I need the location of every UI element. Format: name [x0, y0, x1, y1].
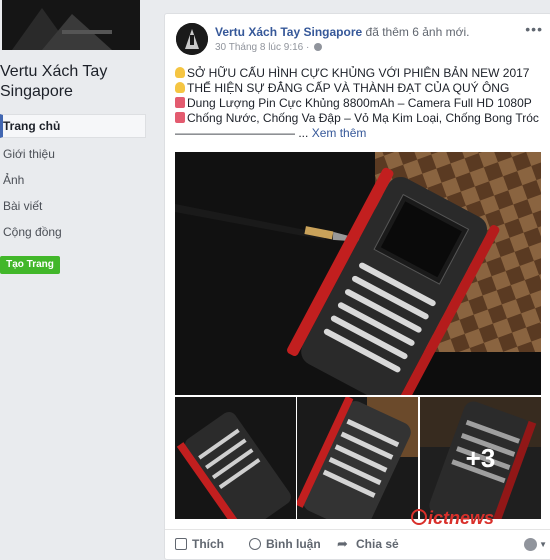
share-label: Chia sẻ [356, 537, 399, 551]
nav-item-photos[interactable]: Ảnh [0, 167, 146, 193]
cover-photo[interactable] [2, 0, 140, 50]
post-author[interactable]: Vertu Xách Tay Singapore [215, 25, 362, 39]
post-card: Vertu Xách Tay Singapore đã thêm 6 ảnh m… [164, 13, 550, 560]
nav-item-community[interactable]: Cộng đồng [0, 219, 146, 245]
post-header: Vertu Xách Tay Singapore đã thêm 6 ảnh m… [215, 25, 469, 39]
post-line: Dung Lượng Pin Cực Khủng 8800mAh – Camer… [187, 96, 532, 110]
post-action: đã thêm 6 ảnh mới. [365, 25, 470, 39]
post-ellipsis: —————————— ... [175, 126, 309, 140]
nav-item-home[interactable]: Trang chủ [0, 114, 146, 138]
share-icon [337, 530, 351, 558]
post-text: SỞ HỮU CẤU HÌNH CỰC KHỦNG VỚI PHIÊN BẢN … [175, 66, 547, 141]
post-line: SỞ HỮU CẤU HÌNH CỰC KHỦNG VỚI PHIÊN BẢN … [187, 66, 530, 80]
thumbnail-photo[interactable] [297, 397, 418, 519]
create-page-button[interactable]: Tạo Trang [0, 256, 60, 274]
pointing-hand-icon [175, 67, 185, 78]
avatar[interactable] [176, 23, 208, 55]
nav-item-posts[interactable]: Bài viết [0, 193, 146, 219]
nav-item-about[interactable]: Giới thiệu [0, 141, 146, 167]
pointing-hand-icon [175, 82, 185, 93]
post-timestamp[interactable]: 30 Tháng 8 lúc 9:16 · [215, 42, 309, 53]
comment-icon [249, 538, 261, 550]
more-options-icon[interactable]: ••• [525, 22, 543, 36]
watermark: ictnews [411, 508, 494, 529]
watermark-text: ictnews [428, 508, 495, 528]
globe-icon [314, 43, 323, 52]
heart-icon [175, 97, 185, 108]
photo-thumbnails: +3 [175, 397, 541, 519]
more-photos-count[interactable]: +3 [420, 397, 541, 519]
page-sidebar: Vertu Xách Tay Singapore Trang chủ Giới … [0, 0, 155, 554]
page-name[interactable]: Vertu Xách Tay Singapore [0, 62, 150, 102]
post-line: Chống Nước, Chống Va Đập – Vỏ Mạ Kim Loạ… [187, 111, 539, 125]
post-line: THỂ HIỆN SỰ ĐẲNG CẤP VÀ THÀNH ĐẠT CỦA QU… [187, 81, 510, 95]
comment-label: Bình luận [266, 537, 321, 551]
thumbs-up-icon [175, 538, 187, 550]
page-nav: Trang chủ Giới thiệu Ảnh Bài viết Cộng đ… [0, 114, 146, 245]
chevron-down-icon[interactable]: ▼ [539, 540, 547, 549]
post-timestamp-row: 30 Tháng 8 lúc 9:16 · [215, 42, 323, 53]
thumbnail-photo[interactable] [175, 397, 296, 519]
heart-icon [175, 112, 185, 123]
main-photo[interactable] [175, 152, 541, 395]
see-more-link[interactable]: Xem thêm [312, 126, 367, 140]
react-as-avatar-icon[interactable] [524, 538, 537, 551]
thumbnail-photo-more[interactable]: +3 [420, 397, 541, 519]
like-label: Thích [192, 537, 224, 551]
